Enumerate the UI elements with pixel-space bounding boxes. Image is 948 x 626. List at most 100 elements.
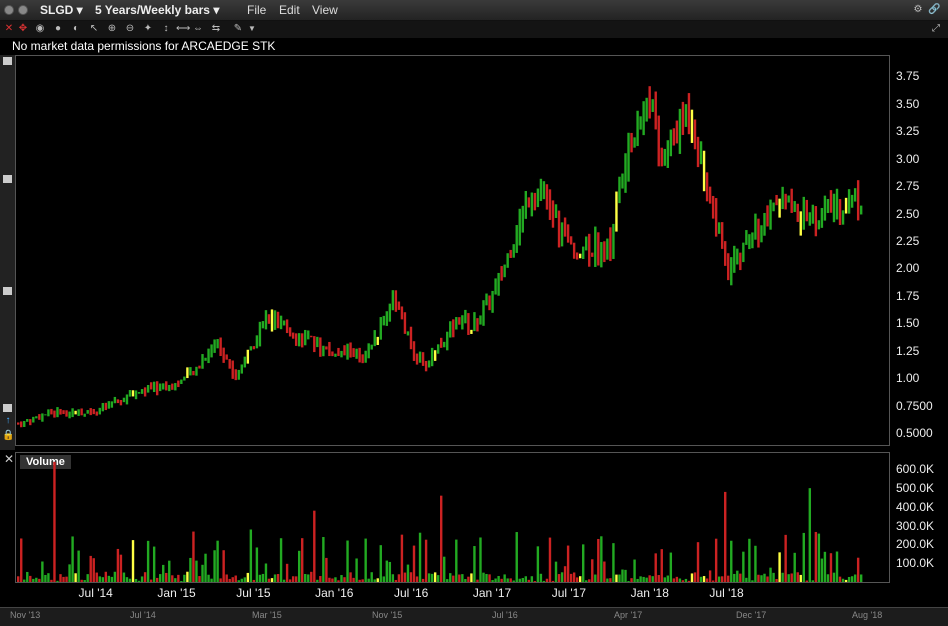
price-bar	[174, 383, 177, 391]
price-bar	[560, 222, 564, 247]
price-bar	[666, 140, 670, 168]
price-bar	[412, 341, 416, 361]
volume-bar	[149, 579, 153, 582]
volume-bar	[790, 573, 793, 582]
volume-bar	[343, 577, 346, 582]
price-bar	[850, 194, 854, 208]
price-bar	[279, 315, 283, 330]
price-bar	[663, 148, 666, 166]
price-bar	[207, 348, 210, 364]
volume-bar	[440, 495, 443, 582]
volume-bar	[385, 560, 389, 582]
price-bar	[494, 278, 497, 295]
price-bar	[832, 193, 836, 223]
price-bar	[113, 396, 117, 404]
price-bar	[657, 115, 660, 167]
price-bar	[95, 411, 98, 416]
price-bar	[261, 321, 265, 329]
volume-bar	[609, 578, 612, 582]
price-bar	[17, 422, 20, 425]
price-bar	[228, 359, 231, 369]
volume-bar	[660, 549, 663, 582]
volume-bar	[279, 538, 283, 582]
volume-bar	[177, 574, 180, 582]
price-bar	[464, 309, 467, 324]
volume-bar	[146, 540, 150, 582]
volume-bar	[436, 575, 440, 582]
volume-bar	[116, 548, 120, 582]
price-bar	[53, 410, 56, 418]
volume-bar	[684, 578, 688, 582]
volume-bar	[155, 577, 159, 582]
volume-bar	[340, 575, 343, 582]
volume-bar	[615, 574, 618, 582]
price-bar	[180, 379, 183, 385]
price-bar	[219, 337, 222, 357]
price-bar	[467, 313, 470, 335]
volume-bar	[92, 558, 95, 582]
volume-bar	[285, 563, 289, 582]
volume-bar	[775, 578, 778, 582]
price-bar	[488, 295, 491, 311]
volume-bar	[470, 573, 473, 582]
volume-bar	[808, 488, 812, 582]
volume-bar	[627, 581, 630, 582]
volume-bar	[503, 574, 506, 582]
price-bar	[316, 336, 319, 348]
price-bar	[288, 327, 292, 337]
price-volume-chart[interactable]	[0, 0, 948, 625]
volume-bar	[766, 576, 769, 582]
price-bar	[68, 411, 71, 419]
volume-bar	[476, 579, 479, 582]
volume-bar	[41, 561, 44, 582]
volume-bar	[352, 577, 355, 582]
volume-bar	[500, 578, 503, 582]
price-bar	[760, 225, 763, 243]
volume-bar	[288, 579, 292, 582]
volume-bar	[624, 569, 627, 582]
volume-bar	[733, 573, 736, 582]
price-bar	[346, 343, 349, 360]
price-bar	[449, 321, 452, 338]
price-bar	[59, 408, 62, 415]
price-bar	[793, 201, 796, 213]
volume-bar	[506, 578, 509, 582]
price-bar	[192, 370, 195, 376]
price-bar	[678, 108, 682, 154]
volume-bar	[588, 579, 591, 582]
volume-bar	[856, 557, 860, 582]
volume-bar	[171, 575, 174, 582]
volume-bar	[349, 572, 352, 582]
price-bar	[745, 230, 748, 245]
volume-bar	[648, 575, 651, 582]
price-bar	[252, 346, 256, 350]
volume-bar	[621, 569, 624, 582]
volume-bar	[566, 545, 570, 582]
volume-bar	[273, 574, 277, 582]
price-bar	[186, 367, 189, 379]
volume-bar	[183, 574, 186, 582]
volume-bar	[494, 578, 497, 582]
price-bar	[630, 132, 633, 153]
volume-bar	[754, 545, 757, 582]
volume-bar	[325, 557, 328, 582]
price-bar	[301, 333, 304, 348]
price-bar	[808, 212, 812, 226]
volume-bar	[400, 534, 404, 582]
price-bar	[122, 397, 126, 403]
volume-bar	[231, 577, 234, 582]
volume-bar	[331, 578, 334, 582]
volume-bar	[213, 550, 216, 582]
volume-bar	[23, 579, 26, 582]
volume-bar	[379, 545, 382, 582]
volume-bar	[859, 574, 863, 582]
price-bar	[545, 184, 549, 210]
price-bar	[71, 408, 74, 418]
volume-bar	[711, 580, 715, 582]
price-bar	[470, 329, 473, 334]
price-bar	[436, 344, 440, 354]
volume-bar	[310, 571, 313, 582]
volume-bar	[636, 578, 639, 582]
volume-bar	[446, 579, 449, 582]
price-bar	[47, 409, 50, 417]
